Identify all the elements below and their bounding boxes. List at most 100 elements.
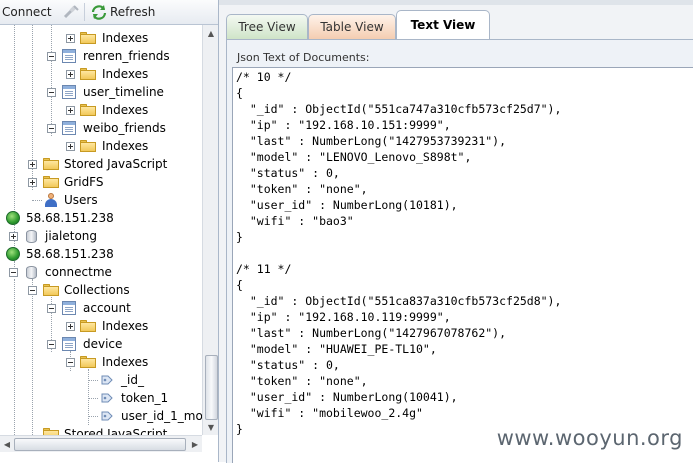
collapse-icon[interactable] — [47, 88, 56, 97]
scroll-right-icon[interactable]: ▶ — [188, 436, 202, 452]
folder-icon — [80, 356, 96, 368]
tree-item-label: _id_ — [121, 373, 144, 387]
tree-item-jialetong[interactable]: jialetong — [0, 227, 202, 245]
tree-item-label: Indexes — [102, 67, 149, 81]
tree-guide — [88, 380, 98, 381]
tree-item-label: account — [83, 301, 131, 315]
collection-icon — [62, 337, 76, 351]
tree-item-stored-javascript[interactable]: Stored JavaScript — [0, 425, 202, 435]
collapse-icon[interactable] — [66, 358, 75, 367]
disconnect-icon[interactable] — [62, 3, 80, 21]
collection-icon — [62, 49, 76, 63]
tree-item-renren-friends[interactable]: renren_friends — [0, 47, 202, 65]
tree-item-indexes[interactable]: Indexes — [0, 65, 202, 83]
expand-icon[interactable] — [66, 34, 75, 43]
folder-icon — [80, 140, 96, 152]
expand-icon[interactable] — [66, 106, 75, 115]
server-icon — [6, 211, 20, 225]
tab-table-view[interactable]: Table View — [308, 14, 396, 39]
collapse-icon[interactable] — [47, 304, 56, 313]
expand-icon[interactable] — [28, 178, 37, 187]
tree-item-account[interactable]: account — [0, 299, 202, 317]
view-tabs: Tree View Table View Text View — [219, 5, 693, 39]
collapse-icon[interactable] — [47, 52, 56, 61]
scroll-left-icon[interactable]: ◀ — [0, 436, 14, 452]
tree-item-label: GridFS — [64, 175, 104, 189]
json-text-area[interactable]: /* 10 */ { "_id" : ObjectId("551ca747a31… — [232, 67, 693, 463]
collection-icon — [62, 301, 76, 315]
tree-item-label: 58.68.151.238 — [26, 211, 114, 225]
refresh-button[interactable]: Refresh — [90, 3, 155, 21]
expand-icon[interactable] — [66, 142, 75, 151]
tree-item-stored-javascript[interactable]: Stored JavaScript — [0, 155, 202, 173]
collapse-icon[interactable] — [28, 286, 37, 295]
tree-item-label: Indexes — [102, 355, 149, 369]
tree-item-label: Stored JavaScript — [64, 427, 168, 435]
collection-icon — [62, 121, 76, 135]
database-icon — [26, 230, 37, 243]
tree-item-label: Stored JavaScript — [64, 157, 168, 171]
tree-item-label: device — [83, 337, 123, 351]
scroll-down-icon[interactable]: ▼ — [203, 419, 218, 435]
left-panel: Connect Refresh Indexes renren_friends I… — [0, 0, 219, 462]
tree-item-index[interactable]: token_1 — [0, 389, 202, 407]
tab-text-view[interactable]: Text View — [396, 10, 490, 39]
expand-icon[interactable] — [66, 70, 75, 79]
collection-icon — [62, 85, 76, 99]
tree-item-indexes[interactable]: Indexes — [0, 353, 202, 371]
tree-item-label: Indexes — [102, 139, 149, 153]
tree-item-label: Indexes — [102, 31, 149, 45]
tree-item-label: 58.68.151.238 — [26, 247, 114, 261]
tree-item-collections[interactable]: Collections — [0, 281, 202, 299]
folder-icon — [80, 68, 96, 80]
tree-item-label: token_1 — [121, 391, 169, 405]
tree-item-indexes[interactable]: Indexes — [0, 101, 202, 119]
tree-item-user-timeline[interactable]: user_timeline — [0, 83, 202, 101]
tree-item-connectme[interactable]: connectme — [0, 263, 202, 281]
database-icon — [26, 266, 37, 279]
tree-item-label: Indexes — [102, 103, 149, 117]
tree-vertical-scrollbar[interactable]: ▲ ▼ — [202, 25, 218, 435]
tree-item-label: jialetong — [45, 229, 98, 243]
tree-item-users[interactable]: Users — [0, 191, 202, 209]
tree-guide — [88, 416, 98, 417]
scrollbar-thumb[interactable] — [14, 438, 186, 451]
refresh-label: Refresh — [110, 5, 156, 19]
tree-item-server[interactable]: 58.68.151.238 — [0, 245, 202, 263]
tree-item-server[interactable]: 58.68.151.238 — [0, 209, 202, 227]
tree-item-index[interactable]: user_id_1_mode — [0, 407, 202, 425]
tab-tree-view[interactable]: Tree View — [226, 14, 308, 39]
tree-item-label: Collections — [64, 283, 130, 297]
collapse-icon[interactable] — [47, 124, 56, 133]
tree-item-indexes[interactable]: Indexes — [0, 29, 202, 47]
tree-item-label: Users — [64, 193, 98, 207]
toolbar: Connect Refresh — [0, 0, 218, 25]
folder-icon — [80, 104, 96, 116]
expand-icon[interactable] — [9, 232, 18, 241]
expand-icon[interactable] — [66, 322, 75, 331]
expand-icon[interactable] — [28, 160, 37, 169]
index-icon — [100, 391, 114, 405]
collapse-icon[interactable] — [9, 268, 18, 277]
scrollbar-thumb[interactable] — [205, 355, 218, 420]
scroll-up-icon[interactable]: ▲ — [203, 25, 218, 41]
folder-icon — [43, 284, 59, 296]
folder-icon — [43, 428, 59, 435]
document-panel: Tree View Table View Text View Json Text… — [219, 0, 693, 463]
json-text-label: Json Text of Documents: — [237, 51, 370, 64]
tree-item-gridfs[interactable]: GridFS — [0, 173, 202, 191]
connection-tree: Indexes renren_friends Indexes user_time… — [0, 25, 202, 439]
folder-icon — [80, 320, 96, 332]
tree-horizontal-scrollbar[interactable]: ◀ ▶ — [0, 435, 202, 452]
tab-label: Tree View — [238, 20, 296, 34]
tree-item-index[interactable]: _id_ — [0, 371, 202, 389]
tree-item-label: connectme — [45, 265, 112, 279]
collapse-icon[interactable] — [47, 340, 56, 349]
tree-item-indexes[interactable]: Indexes — [0, 317, 202, 335]
tree-item-device[interactable]: device — [0, 335, 202, 353]
tree-item-indexes[interactable]: Indexes — [0, 137, 202, 155]
folder-icon — [43, 176, 59, 188]
tree-item-weibo-friends[interactable]: weibo_friends — [0, 119, 202, 137]
connect-button[interactable]: Connect — [2, 3, 52, 21]
folder-icon — [80, 32, 96, 44]
